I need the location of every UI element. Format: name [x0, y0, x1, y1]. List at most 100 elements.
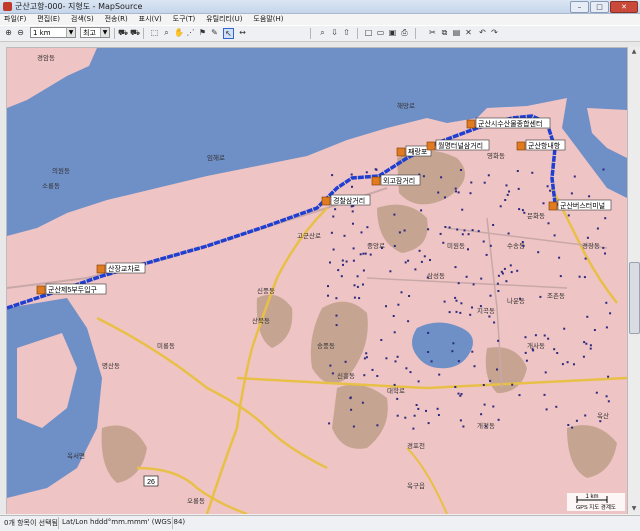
measure-tool-icon[interactable]: ↔: [238, 28, 247, 37]
scroll-down-icon[interactable]: ▼: [629, 504, 639, 514]
menu-file[interactable]: 파일(F): [0, 14, 30, 25]
open-icon[interactable]: ▭: [376, 28, 385, 37]
poi-dot: [448, 226, 451, 229]
poi-dot: [352, 222, 354, 225]
poi-dot: [420, 209, 423, 212]
poi-dot: [376, 375, 379, 377]
callout-label: 군산시수산물종합센터: [478, 119, 542, 128]
poi-dot: [556, 352, 559, 354]
undo-icon[interactable]: ↶: [478, 28, 487, 37]
svg-text:26: 26: [147, 479, 155, 486]
place-label: 지곡동: [477, 306, 495, 315]
poi-dot: [470, 181, 473, 184]
send-icon[interactable]: ⇧: [342, 28, 351, 37]
zoom-in-icon[interactable]: ⊕: [4, 28, 13, 37]
poi-dot: [358, 297, 361, 300]
route-tool-icon[interactable]: ⋰: [186, 28, 195, 37]
poi-dot: [599, 420, 602, 423]
poi-dot: [365, 352, 368, 355]
map-canvas[interactable]: 경암동명산동 영화동중앙로 임해로미룡동 신풍동나운동 삼성동송풍동옥구읍 옥산 신흥동오룡…: [7, 48, 627, 514]
receive-icon[interactable]: ⇩: [330, 28, 339, 37]
track-tool-icon[interactable]: ✎: [210, 28, 219, 37]
map-view[interactable]: ▲ ▼ 경암동 명산동 영화동 중앙로 임해로 미룡동 신풍동 나운동 삼성동 …: [0, 42, 640, 514]
find-icon[interactable]: ⌕: [318, 28, 327, 37]
place-label: 신흥동: [337, 371, 355, 380]
delete-icon[interactable]: ✕: [464, 28, 473, 37]
menu-find[interactable]: 검색(S): [67, 14, 98, 25]
detail-select[interactable]: 최고 ▼: [80, 27, 110, 38]
poi-dot: [454, 296, 457, 299]
menu-view[interactable]: 표시(V): [135, 14, 166, 25]
zoom-tool-icon[interactable]: ⌕: [162, 28, 171, 37]
route-callout[interactable]: 군산제5부두입구: [36, 283, 107, 295]
menu-transfer[interactable]: 전송(R): [101, 14, 132, 25]
poi-dot: [398, 231, 401, 234]
poi-dot: [375, 168, 378, 171]
poi-dot: [455, 310, 458, 313]
zoom-out-icon[interactable]: ⊖: [16, 28, 25, 37]
poi-dot: [503, 267, 506, 270]
paste-icon[interactable]: ▤: [452, 28, 461, 37]
poi-dot: [328, 422, 331, 425]
menu-help[interactable]: 도움말(H): [249, 14, 287, 25]
poi-dot: [589, 344, 592, 347]
route-callout[interactable]: 군산시수산물종합센터: [466, 117, 551, 129]
poi-dot: [524, 336, 527, 339]
place-label: 경장동: [582, 241, 600, 250]
poi-dot: [330, 231, 333, 234]
poi-dot: [396, 414, 399, 417]
poi-dot: [471, 306, 473, 309]
track-icon[interactable]: ⛟: [130, 28, 140, 37]
waypoint-tool-icon[interactable]: ⚑: [198, 28, 207, 37]
poi-dot: [335, 314, 338, 317]
poi-dot: [451, 350, 454, 353]
scale-select[interactable]: 1 km ▼: [30, 27, 76, 38]
poi-dot: [460, 393, 463, 396]
poi-dot: [516, 269, 519, 272]
copy-icon[interactable]: ⧉: [440, 28, 449, 37]
scroll-up-icon[interactable]: ▲: [629, 47, 639, 57]
poi-dot: [539, 295, 542, 298]
print-icon[interactable]: ⎙: [400, 28, 409, 37]
poi-dot: [575, 419, 578, 422]
vertical-scrollbar[interactable]: ▲ ▼: [627, 47, 640, 514]
minimize-button[interactable]: –: [570, 1, 589, 13]
pointer-tool-icon[interactable]: ↖: [223, 28, 234, 39]
place-label: 미원동: [447, 241, 465, 250]
poi-dot: [360, 231, 363, 234]
poi-dot: [457, 360, 460, 363]
place-label: 옥구읍: [407, 482, 425, 490]
menu-tools[interactable]: 도구(T): [169, 14, 200, 25]
save-icon[interactable]: ▣: [388, 28, 397, 37]
poi-dot: [415, 404, 418, 406]
scrollbar-thumb[interactable]: [629, 262, 640, 334]
cut-icon[interactable]: ✂: [428, 28, 437, 37]
poi-dot: [511, 383, 514, 386]
maximize-button[interactable]: □: [590, 1, 609, 13]
poi-dot: [537, 251, 540, 254]
poi-dot: [396, 355, 399, 358]
selection-status: 0개 항목이 선택됨: [4, 519, 58, 527]
callout-label: 군산버스터미널: [560, 201, 605, 210]
redo-icon[interactable]: ↷: [490, 28, 499, 37]
poi-dot: [584, 414, 587, 417]
place-label: 소룡동: [42, 182, 60, 190]
poi-dot: [351, 185, 353, 188]
hand-tool-icon[interactable]: ✋: [174, 28, 184, 37]
poi-dot: [461, 233, 464, 236]
poi-dot: [356, 275, 359, 278]
new-icon[interactable]: □: [364, 28, 373, 37]
route-icon[interactable]: ⛟: [118, 28, 128, 37]
place-label: 수송동: [507, 242, 525, 250]
menu-utilities[interactable]: 유틸리티(U): [202, 14, 246, 25]
poi-dot: [489, 294, 492, 297]
poi-dot: [589, 347, 592, 350]
poi-dot: [342, 263, 344, 266]
poi-dot: [353, 284, 356, 287]
menu-edit[interactable]: 편집(E): [33, 14, 64, 25]
select-tool-icon[interactable]: ⬚: [150, 28, 159, 37]
route-callout[interactable]: 군산버스터미널: [548, 199, 612, 211]
route-callout[interactable]: 월명터널삼거리: [426, 139, 490, 151]
close-button[interactable]: ✕: [610, 1, 638, 13]
place-label: 임해로: [207, 153, 225, 162]
